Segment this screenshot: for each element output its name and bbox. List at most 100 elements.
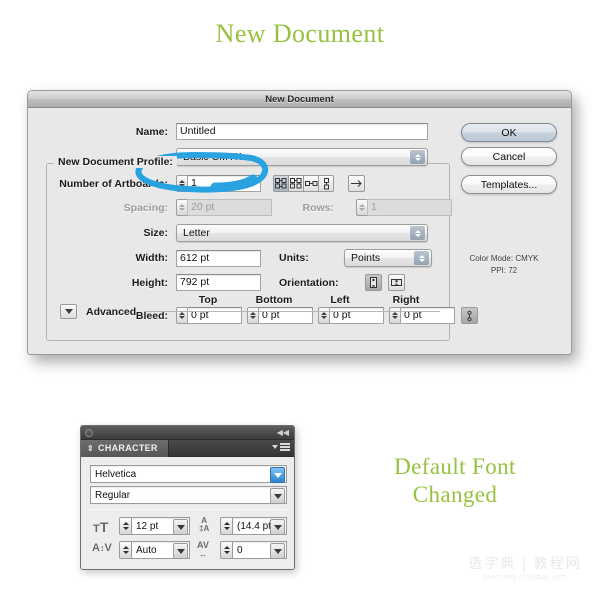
units-select[interactable]: Points bbox=[344, 249, 432, 267]
close-icon[interactable] bbox=[85, 429, 93, 437]
collapse-panel-icon[interactable]: ◀◀ bbox=[277, 429, 289, 437]
artboards-row: Number of Artboards: 1 bbox=[46, 175, 365, 192]
font-family-combobox[interactable]: Helvetica bbox=[90, 465, 287, 483]
font-size-stepper[interactable] bbox=[119, 517, 131, 535]
cancel-button[interactable]: Cancel bbox=[461, 147, 557, 166]
chevron-down-icon[interactable] bbox=[173, 543, 188, 559]
spacing-stepper-group: 20 pt bbox=[176, 199, 272, 216]
units-label: Units: bbox=[279, 252, 309, 264]
size-row: Size: Letter bbox=[46, 224, 428, 242]
artboards-label: Number of Artboards: bbox=[59, 177, 168, 190]
chevron-updown-icon bbox=[410, 226, 425, 240]
orientation-landscape-icon[interactable] bbox=[388, 274, 405, 291]
character-panel: ◀◀ ⇕ CHARACTER Helvetica Regular TT 12 p… bbox=[80, 425, 295, 570]
new-document-dialog: New Document New Document Profile: Name:… bbox=[27, 90, 572, 355]
font-family-value: Helvetica bbox=[95, 468, 137, 480]
chevron-down-icon[interactable] bbox=[173, 519, 188, 535]
leading-icon: A ‡A bbox=[199, 516, 210, 533]
height-input[interactable]: 792 pt bbox=[176, 274, 261, 291]
rows-input: 1 bbox=[367, 199, 452, 216]
kerning-stepper[interactable] bbox=[119, 541, 131, 559]
name-row: Name: Untitled bbox=[46, 123, 450, 140]
tracking-stepper[interactable] bbox=[220, 541, 232, 559]
document-profile-select[interactable]: Basic CMYK bbox=[176, 148, 428, 166]
width-input[interactable]: 612 pt bbox=[176, 249, 261, 267]
color-mode-text: Color Mode: CMYK bbox=[469, 254, 539, 263]
grid-by-row-icon[interactable] bbox=[273, 175, 289, 192]
advanced-label: Advanced bbox=[86, 305, 137, 318]
chevron-down-icon[interactable] bbox=[270, 467, 285, 483]
default-font-annotation: Default Font Changed bbox=[394, 454, 516, 508]
templates-button[interactable]: Templates... bbox=[461, 175, 557, 194]
advanced-disclosure-row[interactable]: Advanced bbox=[60, 304, 440, 319]
kerning-input[interactable]: Auto bbox=[131, 541, 190, 559]
font-size-input[interactable]: 12 pt bbox=[131, 517, 190, 535]
name-label: Name: bbox=[135, 125, 168, 138]
chevron-updown-icon bbox=[414, 251, 429, 265]
arrange-column-icon[interactable] bbox=[318, 175, 334, 192]
leading-stepper[interactable] bbox=[220, 517, 232, 535]
chevron-down-icon[interactable] bbox=[270, 543, 285, 559]
watermark-url: jiaocheng.cfuzidian.com bbox=[483, 574, 567, 581]
tab-character[interactable]: ⇕ CHARACTER bbox=[81, 439, 169, 457]
ok-button[interactable]: OK bbox=[461, 123, 557, 142]
dialog-body: New Document Profile: Name: Untitled Bas… bbox=[28, 108, 571, 354]
width-row: Width: 612 pt Units: Points bbox=[46, 249, 432, 267]
document-profile-legend: New Document Profile: bbox=[54, 156, 177, 168]
name-input[interactable]: Untitled bbox=[176, 123, 428, 140]
spacing-input: 20 pt bbox=[187, 199, 272, 216]
artboards-stepper-group[interactable]: 1 bbox=[176, 175, 261, 192]
units-value: Points bbox=[351, 252, 381, 264]
dialog-titlebar: New Document bbox=[28, 91, 571, 108]
artboards-stepper[interactable] bbox=[176, 175, 187, 192]
hamburger-menu-icon bbox=[280, 443, 290, 451]
character-panel-titlebar: ◀◀ bbox=[81, 426, 294, 440]
spacing-stepper bbox=[176, 199, 187, 216]
ppi-text: PPI: 72 bbox=[490, 265, 518, 275]
chevron-down-icon[interactable] bbox=[270, 519, 285, 535]
height-label: Height: bbox=[131, 276, 168, 289]
orientation-portrait-icon[interactable] bbox=[365, 274, 382, 291]
document-profile-value: Basic CMYK bbox=[183, 151, 242, 163]
size-value: Letter bbox=[183, 227, 210, 239]
chevron-down-icon bbox=[272, 444, 278, 449]
artboards-input[interactable]: 1 bbox=[187, 175, 261, 192]
kerning-value: Auto bbox=[136, 544, 157, 556]
document-info: Color Mode: CMYK PPI: 72 bbox=[451, 253, 557, 276]
advanced-divider bbox=[144, 311, 440, 312]
panel-menu-button[interactable] bbox=[272, 443, 290, 451]
watermark: 造字典 | 教程网 jiaocheng.cfuzidian.com bbox=[455, 553, 595, 581]
character-panel-content: Helvetica Regular TT 12 pt A ‡A (14.4 pt)… bbox=[81, 457, 294, 569]
leading-input[interactable]: (14.4 pt) bbox=[232, 517, 287, 535]
document-profile-row: Basic CMYK bbox=[176, 148, 428, 166]
font-style-combobox[interactable]: Regular bbox=[90, 486, 287, 504]
spacing-row: Spacing: 20 pt Rows: 1 bbox=[46, 199, 452, 216]
artboard-direction-icon[interactable] bbox=[348, 175, 365, 192]
chevron-updown-icon bbox=[410, 150, 425, 164]
chevron-down-icon[interactable] bbox=[270, 488, 285, 504]
tracking-value: 0 bbox=[237, 544, 243, 556]
tracking-input[interactable]: 0 bbox=[232, 541, 287, 559]
chevron-down-icon[interactable] bbox=[60, 304, 77, 319]
font-style-value: Regular bbox=[95, 489, 131, 501]
character-panel-tabbar: ⇕ CHARACTER bbox=[81, 439, 294, 457]
grip-icon: ⇕ bbox=[87, 443, 95, 453]
rows-label: Rows: bbox=[302, 201, 335, 214]
kerning-icon: A↕V bbox=[92, 542, 112, 554]
panel-divider bbox=[89, 509, 287, 510]
size-select[interactable]: Letter bbox=[176, 224, 428, 242]
bleed-link-icon[interactable] bbox=[461, 307, 478, 324]
height-row: Height: 792 pt Orientation: bbox=[46, 274, 405, 291]
grid-by-column-icon[interactable] bbox=[288, 175, 304, 192]
tab-character-label: CHARACTER bbox=[98, 443, 158, 453]
size-label: Size: bbox=[143, 227, 168, 239]
rows-stepper-group: 1 bbox=[356, 199, 452, 216]
dialog-title: New Document bbox=[265, 93, 334, 105]
arrange-row-icon[interactable] bbox=[303, 175, 319, 192]
width-label: Width: bbox=[135, 252, 168, 264]
leading-value: (14.4 pt) bbox=[237, 520, 275, 532]
font-size-icon: TT bbox=[93, 519, 109, 535]
orientation-label: Orientation: bbox=[279, 276, 339, 289]
artboard-arrangement-group[interactable] bbox=[273, 175, 334, 192]
tracking-icon: AV ↔ bbox=[197, 540, 209, 560]
